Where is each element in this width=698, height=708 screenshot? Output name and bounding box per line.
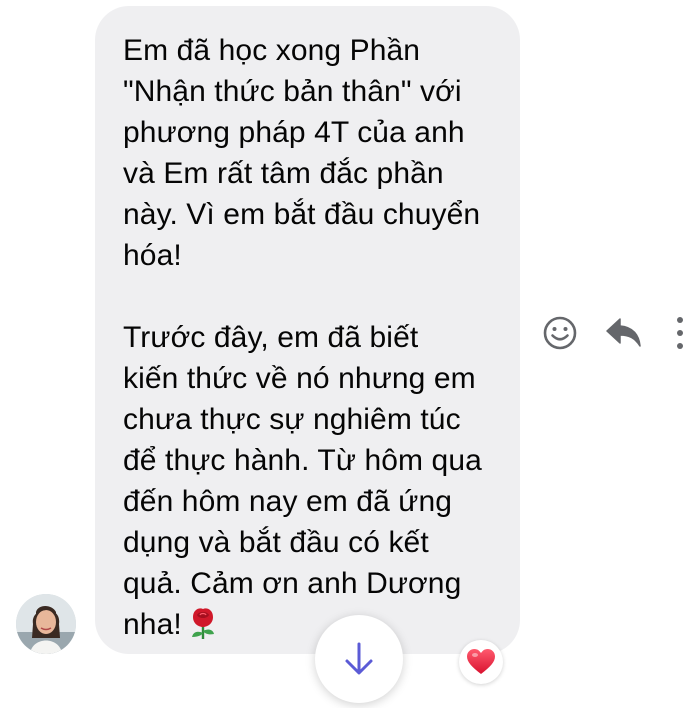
sender-avatar[interactable] [16, 594, 76, 654]
message-body: Em đã học xong Phần "Nhận thức bản thân"… [123, 34, 482, 641]
heart-icon [467, 649, 495, 674]
rose-icon [186, 606, 220, 651]
reaction-badge[interactable] [459, 640, 503, 684]
avatar-photo [16, 594, 76, 654]
more-icon[interactable] [672, 313, 688, 358]
message-bubble[interactable]: Em đã học xong Phần "Nhận thức bản thân"… [95, 6, 520, 654]
scroll-to-bottom-button[interactable] [315, 615, 403, 703]
smiley-icon[interactable] [540, 313, 580, 358]
reply-icon[interactable] [604, 313, 644, 358]
message-text: Em đã học xong Phần "Nhận thức bản thân"… [123, 30, 500, 651]
chat-view: Em đã học xong Phần "Nhận thức bản thân"… [0, 0, 698, 708]
arrow-down-icon [345, 642, 373, 675]
